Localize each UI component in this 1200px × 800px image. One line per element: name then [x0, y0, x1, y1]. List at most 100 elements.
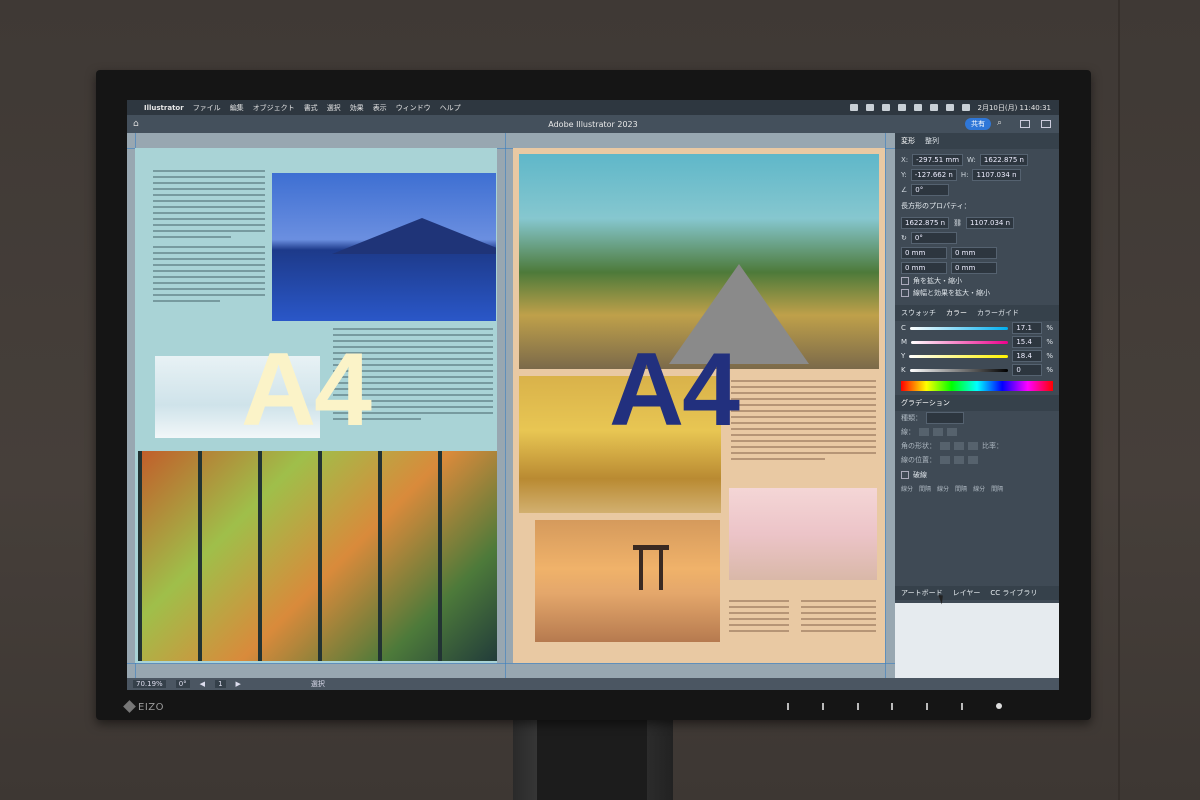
corner-radius-4[interactable]: 0 mm [951, 261, 997, 274]
menu-file[interactable]: ファイル [193, 103, 221, 113]
w-field[interactable]: 1622.875 n [979, 153, 1028, 166]
menu-clock[interactable]: 2月10日(月) 11:40:31 [978, 103, 1052, 113]
gradient-header: グラデーション [895, 395, 1059, 411]
rect-width-field[interactable]: 1622.875 n [901, 216, 950, 229]
tab-swatches[interactable]: スウォッチ [901, 308, 936, 318]
tab-align[interactable]: 整列 [925, 136, 939, 146]
status-bar: 70.19% 0° ◀ 1 ▶ 選択 [127, 678, 1059, 690]
photo-mountain-lake[interactable] [272, 173, 496, 321]
guide-line [127, 663, 895, 664]
bezel-button[interactable] [926, 703, 929, 710]
angle-field[interactable]: 0° [911, 183, 950, 196]
control-center-icon[interactable] [961, 104, 970, 111]
scale-strokes-checkbox[interactable]: 線幅と効果を拡大・縮小 [895, 287, 1059, 299]
volume-icon[interactable] [881, 104, 890, 111]
power-button[interactable] [995, 703, 1002, 709]
position-option-icon[interactable] [940, 456, 950, 464]
prev-artboard-icon[interactable]: ◀ [200, 680, 205, 688]
stroke-option-icon[interactable] [933, 428, 943, 436]
zoom-field[interactable]: 70.19% [133, 680, 166, 688]
color-spectrum[interactable] [901, 381, 1053, 391]
search-icon[interactable] [945, 104, 954, 111]
percent-sign: % [1046, 352, 1053, 360]
guide-line [885, 133, 886, 678]
bezel-button[interactable] [961, 703, 964, 710]
cyan-slider[interactable] [909, 326, 1009, 330]
tab-color-guide[interactable]: カラーガイド [977, 308, 1019, 318]
home-icon[interactable]: ⌂ [133, 119, 139, 129]
tab-gradient[interactable]: グラデーション [901, 398, 950, 408]
magenta-slider[interactable] [911, 340, 1009, 344]
angle-icon: ∠ [901, 185, 908, 194]
dashed-checkbox[interactable]: 破線 [895, 469, 1059, 481]
menu-window[interactable]: ウィンドウ [396, 103, 431, 113]
menu-select[interactable]: 選択 [327, 103, 341, 113]
magenta-field[interactable]: 15.4 [1012, 336, 1043, 348]
corner-radius-2[interactable]: 0 mm [951, 246, 997, 259]
gap-label: 間隔 [919, 485, 932, 493]
tab-artboards[interactable]: アートボード [901, 588, 943, 598]
y-field[interactable]: -127.662 n [910, 168, 957, 181]
gap-label: 間隔 [991, 485, 1004, 493]
menu-effect[interactable]: 効果 [350, 103, 364, 113]
menu-app[interactable]: Illustrator [144, 104, 184, 112]
stroke-option-icon[interactable] [919, 428, 929, 436]
gradient-type-select[interactable] [926, 412, 964, 424]
corner-option-icon[interactable] [968, 442, 978, 450]
y-label: Y: [901, 170, 907, 179]
menu-object[interactable]: オブジェクト [253, 103, 295, 113]
battery-icon[interactable] [913, 104, 922, 111]
percent-sign: % [1046, 338, 1053, 346]
cyan-field[interactable]: 17.1 [1012, 322, 1043, 334]
scale-corners-label: 角を拡大・縮小 [913, 277, 962, 285]
corner-option-icon[interactable] [954, 442, 964, 450]
photo-cherry-blossoms[interactable] [729, 488, 877, 580]
wall-seam [1118, 0, 1120, 800]
h-field[interactable]: 1107.034 n [972, 168, 1021, 181]
pasteboard-area[interactable] [895, 603, 1059, 678]
wifi-icon[interactable] [929, 104, 938, 111]
yellow-field[interactable]: 18.4 [1012, 350, 1043, 362]
share-button[interactable]: 共有 [965, 118, 991, 130]
tool-mode-label: 選択 [310, 680, 325, 688]
menu-edit[interactable]: 編集 [230, 103, 244, 113]
artboard-number-field[interactable]: 1 [215, 680, 226, 688]
menu-help[interactable]: ヘルプ [440, 103, 461, 113]
bezel-button[interactable] [787, 703, 789, 710]
photo-floating-torii[interactable] [535, 520, 720, 642]
position-option-icon[interactable] [954, 456, 964, 464]
workspace-icon[interactable] [1020, 120, 1030, 128]
tab-cc-libraries[interactable]: CC ライブラリ [990, 588, 1037, 598]
bluetooth-icon[interactable] [897, 104, 906, 111]
yellow-slider[interactable] [909, 354, 1009, 358]
next-artboard-icon[interactable]: ▶ [236, 680, 241, 688]
position-option-icon[interactable] [968, 456, 978, 464]
photo-autumn-garden[interactable] [138, 451, 497, 661]
black-field[interactable]: 0 [1012, 364, 1043, 376]
link-icon[interactable]: ⛓ [953, 219, 962, 227]
menu-type[interactable]: 書式 [304, 103, 318, 113]
bezel-button[interactable] [891, 703, 894, 710]
tab-layers[interactable]: レイヤー [953, 588, 981, 598]
status-app-icon[interactable] [865, 104, 874, 111]
rect-height-field[interactable]: 1107.034 n [965, 216, 1015, 229]
tab-transform[interactable]: 変形 [901, 136, 915, 146]
corner-radius-1[interactable]: 0 mm [901, 246, 947, 259]
bezel-button[interactable] [821, 703, 824, 710]
corner-option-icon[interactable] [940, 442, 950, 450]
rotate-view-field[interactable]: 0° [175, 680, 190, 688]
x-field[interactable]: -297.51 mm [912, 153, 964, 166]
stroke-option-icon[interactable] [947, 428, 957, 436]
tab-color[interactable]: カラー [946, 308, 967, 318]
status-app-icon[interactable] [849, 104, 858, 111]
menu-view[interactable]: 表示 [373, 103, 387, 113]
black-slider[interactable] [909, 368, 1009, 372]
bezel-button[interactable] [856, 703, 859, 710]
document-canvas[interactable]: A4 A4 [127, 133, 895, 678]
panel-layout-icon[interactable] [1041, 120, 1051, 128]
rect-angle-field[interactable]: 0° [910, 231, 957, 244]
gradient-type-label: 種類： [901, 414, 922, 422]
scale-corners-checkbox[interactable]: 角を拡大・縮小 [895, 275, 1059, 287]
corner-radius-3[interactable]: 0 mm [901, 261, 947, 274]
search-icon[interactable]: ⌕ [997, 118, 1002, 128]
